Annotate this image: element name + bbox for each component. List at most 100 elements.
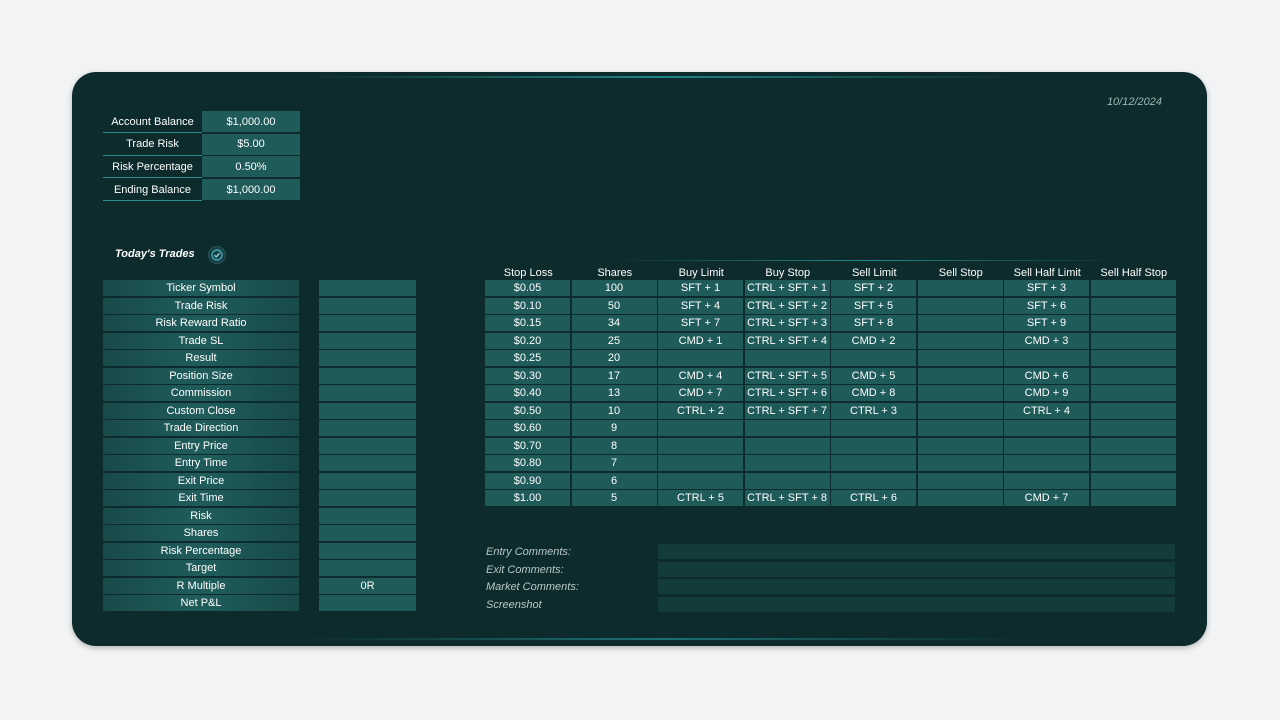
field-value-entry-price[interactable]	[319, 437, 416, 454]
field-value-risk-percentage[interactable]	[319, 542, 416, 559]
check-circle-icon[interactable]	[208, 246, 226, 264]
table-cell-buy-limit[interactable]	[658, 350, 743, 366]
table-cell-stop-loss[interactable]: $0.90	[485, 472, 570, 489]
table-cell-sell-half-stop[interactable]	[1090, 297, 1176, 314]
field-value-position-size[interactable]	[319, 367, 416, 384]
table-cell-buy-limit[interactable]: SFT + 1	[658, 280, 743, 296]
table-cell-sell-limit[interactable]	[831, 420, 916, 436]
table-cell-stop-loss[interactable]: $0.50	[485, 402, 570, 419]
table-cell-buy-stop[interactable]: CTRL + SFT + 5	[744, 367, 830, 384]
table-cell-shares[interactable]: 6	[571, 472, 657, 489]
table-cell-shares[interactable]: 17	[571, 367, 657, 384]
table-cell-sell-limit[interactable]	[831, 437, 916, 454]
table-cell-buy-stop[interactable]: CTRL + SFT + 6	[744, 385, 830, 401]
field-value-exit-time[interactable]	[319, 490, 416, 506]
table-cell-buy-stop[interactable]	[744, 437, 830, 454]
table-cell-buy-limit[interactable]: CTRL + 2	[658, 402, 743, 419]
table-cell-sell-half-limit[interactable]	[1004, 455, 1089, 471]
table-cell-sell-half-limit[interactable]: CMD + 3	[1004, 332, 1089, 349]
table-cell-sell-half-limit[interactable]: SFT + 9	[1004, 315, 1089, 331]
table-cell-sell-stop[interactable]	[917, 490, 1003, 506]
table-cell-sell-half-stop[interactable]	[1090, 455, 1176, 471]
comment-input-market-comments[interactable]	[658, 579, 1175, 594]
table-cell-stop-loss[interactable]: $0.25	[485, 350, 570, 366]
table-cell-sell-half-stop[interactable]	[1090, 332, 1176, 349]
table-cell-shares[interactable]: 100	[571, 280, 657, 296]
table-cell-stop-loss[interactable]: $0.40	[485, 385, 570, 401]
table-cell-sell-half-limit[interactable]	[1004, 420, 1089, 436]
table-cell-sell-half-stop[interactable]	[1090, 350, 1176, 366]
table-cell-buy-limit[interactable]: CMD + 4	[658, 367, 743, 384]
table-cell-sell-stop[interactable]	[917, 472, 1003, 489]
field-value-commission[interactable]	[319, 385, 416, 401]
table-cell-sell-limit[interactable]	[831, 455, 916, 471]
table-cell-sell-half-limit[interactable]: CMD + 9	[1004, 385, 1089, 401]
table-cell-sell-half-limit[interactable]	[1004, 350, 1089, 366]
table-cell-shares[interactable]: 7	[571, 455, 657, 471]
table-cell-sell-stop[interactable]	[917, 455, 1003, 471]
table-cell-sell-half-stop[interactable]	[1090, 472, 1176, 489]
table-cell-stop-loss[interactable]: $0.05	[485, 280, 570, 296]
table-cell-sell-half-stop[interactable]	[1090, 402, 1176, 419]
table-cell-buy-stop[interactable]	[744, 455, 830, 471]
table-cell-buy-stop[interactable]: CTRL + SFT + 1	[744, 280, 830, 296]
table-cell-sell-limit[interactable]: SFT + 8	[831, 315, 916, 331]
table-cell-sell-half-limit[interactable]	[1004, 472, 1089, 489]
table-cell-sell-stop[interactable]	[917, 367, 1003, 384]
comment-input-screenshot[interactable]	[658, 596, 1175, 612]
table-cell-buy-stop[interactable]	[744, 420, 830, 436]
table-cell-sell-limit[interactable]: SFT + 5	[831, 297, 916, 314]
table-cell-sell-limit[interactable]: CMD + 5	[831, 367, 916, 384]
summary-value[interactable]: $5.00	[202, 133, 300, 156]
table-cell-sell-half-stop[interactable]	[1090, 490, 1176, 506]
field-value-shares[interactable]	[319, 525, 416, 541]
table-cell-buy-limit[interactable]	[658, 455, 743, 471]
table-cell-stop-loss[interactable]: $1.00	[485, 490, 570, 506]
table-cell-sell-half-stop[interactable]	[1090, 420, 1176, 436]
summary-value[interactable]: $1,000.00	[202, 111, 300, 133]
table-cell-sell-stop[interactable]	[917, 332, 1003, 349]
table-cell-sell-stop[interactable]	[917, 420, 1003, 436]
table-cell-sell-half-stop[interactable]	[1090, 385, 1176, 401]
table-cell-sell-half-stop[interactable]	[1090, 315, 1176, 331]
table-cell-sell-stop[interactable]	[917, 280, 1003, 296]
field-value-trade-sl[interactable]	[319, 332, 416, 349]
table-cell-buy-limit[interactable]: SFT + 7	[658, 315, 743, 331]
field-value-entry-time[interactable]	[319, 455, 416, 471]
table-cell-sell-half-limit[interactable]: SFT + 3	[1004, 280, 1089, 296]
table-cell-sell-half-stop[interactable]	[1090, 280, 1176, 296]
table-cell-sell-limit[interactable]: CTRL + 3	[831, 402, 916, 419]
table-cell-stop-loss[interactable]: $0.60	[485, 420, 570, 436]
table-cell-buy-stop[interactable]	[744, 350, 830, 366]
table-cell-sell-stop[interactable]	[917, 385, 1003, 401]
table-cell-sell-half-limit[interactable]	[1004, 437, 1089, 454]
field-value-net-p-l[interactable]	[319, 595, 416, 611]
field-value-custom-close[interactable]	[319, 402, 416, 419]
field-value-trade-risk[interactable]	[319, 297, 416, 314]
table-cell-shares[interactable]: 8	[571, 437, 657, 454]
table-cell-buy-stop[interactable]: CTRL + SFT + 4	[744, 332, 830, 349]
table-cell-stop-loss[interactable]: $0.80	[485, 455, 570, 471]
field-value-risk-reward-ratio[interactable]	[319, 315, 416, 331]
field-value-r-multiple[interactable]: 0R	[319, 577, 416, 594]
table-cell-shares[interactable]: 20	[571, 350, 657, 366]
table-cell-shares[interactable]: 25	[571, 332, 657, 349]
table-cell-stop-loss[interactable]: $0.10	[485, 297, 570, 314]
table-cell-stop-loss[interactable]: $0.30	[485, 367, 570, 384]
table-cell-shares[interactable]: 9	[571, 420, 657, 436]
field-value-target[interactable]	[319, 560, 416, 576]
table-cell-sell-half-stop[interactable]	[1090, 367, 1176, 384]
table-cell-buy-limit[interactable]: CMD + 7	[658, 385, 743, 401]
table-cell-shares[interactable]: 50	[571, 297, 657, 314]
table-cell-sell-limit[interactable]: CMD + 8	[831, 385, 916, 401]
table-cell-buy-limit[interactable]: CTRL + 5	[658, 490, 743, 506]
table-cell-sell-limit[interactable]	[831, 350, 916, 366]
table-cell-buy-stop[interactable]: CTRL + SFT + 2	[744, 297, 830, 314]
field-value-ticker-symbol[interactable]	[319, 280, 416, 296]
table-cell-sell-limit[interactable]: CMD + 2	[831, 332, 916, 349]
field-value-result[interactable]	[319, 350, 416, 366]
table-cell-buy-limit[interactable]	[658, 437, 743, 454]
field-value-trade-direction[interactable]	[319, 420, 416, 436]
table-cell-sell-half-limit[interactable]: CTRL + 4	[1004, 402, 1089, 419]
table-cell-shares[interactable]: 5	[571, 490, 657, 506]
